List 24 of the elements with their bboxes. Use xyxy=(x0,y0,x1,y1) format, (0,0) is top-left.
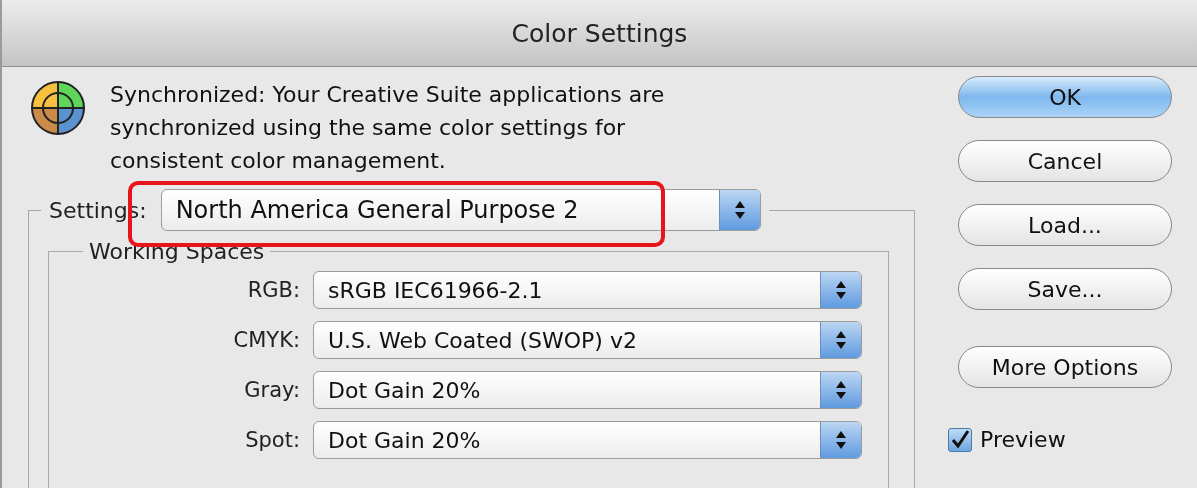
profile-dropdown[interactable]: U.S. Web Coated (SWOP) v2 xyxy=(313,321,862,359)
stepper-arrows-icon xyxy=(835,430,847,450)
dialog-button[interactable]: Save... xyxy=(958,268,1172,310)
field-label: CMYK: xyxy=(233,328,300,352)
dialog-button[interactable]: Cancel xyxy=(958,140,1172,182)
field-label: RGB: xyxy=(247,278,300,302)
profile-dropdown[interactable]: sRGB IEC61966-2.1 xyxy=(313,271,862,309)
preview-label: Preview xyxy=(980,427,1066,452)
profile-dropdown[interactable]: Dot Gain 20% xyxy=(313,371,862,409)
stepper-arrows-icon xyxy=(835,280,847,300)
field-label: Gray: xyxy=(244,378,300,402)
color-wheel-icon xyxy=(30,80,86,136)
stepper-arrows-icon xyxy=(835,380,847,400)
field-label: Spot: xyxy=(245,428,300,452)
dialog-button[interactable]: More Options xyxy=(958,346,1172,388)
stepper-arrows-icon xyxy=(835,330,847,350)
profile-dropdown[interactable]: Dot Gain 20% xyxy=(313,421,862,459)
sync-message: Synchronized: Your Creative Suite applications are synchronized using the same color settings for consistent color management. xyxy=(110,81,666,175)
settings-dropdown[interactable]: North America General Purpose 2 xyxy=(160,189,761,231)
dialog-button[interactable]: Load... xyxy=(958,204,1172,246)
stepper-arrows-icon xyxy=(733,200,746,220)
preview-checkbox[interactable] xyxy=(948,427,972,452)
window-title: Color Settings xyxy=(511,18,688,48)
dialog-button[interactable]: OK xyxy=(958,76,1172,118)
